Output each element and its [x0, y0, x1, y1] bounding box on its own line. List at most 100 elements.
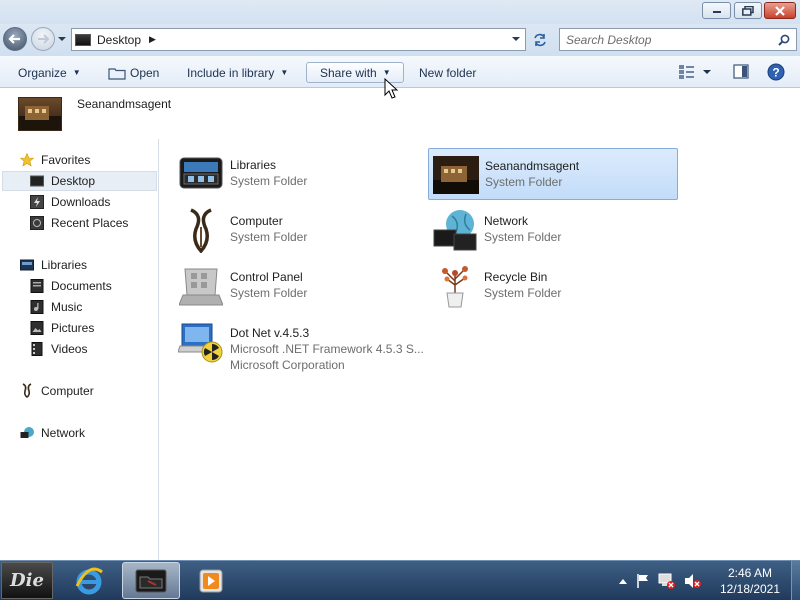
nav-network-label: Network — [41, 426, 86, 440]
start-button[interactable]: Die — [1, 562, 53, 599]
libraries-icon — [178, 152, 224, 196]
maximize-button[interactable] — [734, 2, 762, 19]
include-in-library-button[interactable]: Include in library ▼ — [187, 62, 288, 83]
file-list: Libraries System Folder Seanandmsagent S… — [160, 139, 800, 560]
volume-muted-icon[interactable] — [684, 573, 702, 589]
address-dropdown[interactable] — [511, 34, 521, 46]
back-arrow-icon — [8, 34, 20, 44]
views-button[interactable] — [678, 64, 712, 83]
nav-favorites[interactable]: Favorites — [20, 150, 90, 170]
music-icon — [30, 300, 44, 314]
pictures-icon — [30, 321, 44, 335]
forward-button[interactable] — [31, 27, 55, 51]
search-icon[interactable] — [778, 34, 790, 46]
start-logo: Die — [10, 570, 44, 591]
details-item-name: Seanandmsagent — [77, 97, 172, 111]
clock-time: 2:46 AM — [727, 566, 773, 580]
item-libraries[interactable]: Libraries System Folder — [174, 148, 424, 200]
libraries-icon — [20, 258, 34, 272]
installer-icon — [178, 320, 224, 364]
help-button[interactable]: ? — [767, 63, 785, 84]
item-type: System Folder — [485, 175, 563, 189]
open-button[interactable]: Open — [108, 62, 159, 83]
clock-date: 12/18/2021 — [719, 582, 781, 596]
show-desktop-button[interactable] — [791, 561, 800, 600]
window-titlebar — [0, 0, 800, 24]
explorer-folder-icon — [135, 569, 167, 592]
taskbar-media-player[interactable] — [182, 562, 240, 599]
item-type: System Folder — [230, 174, 308, 188]
refresh-button[interactable] — [529, 28, 551, 51]
nav-videos[interactable]: Videos — [30, 339, 87, 359]
taskbar-internet-explorer[interactable] — [60, 562, 118, 599]
network-icon — [432, 208, 478, 252]
network-status-icon[interactable] — [658, 573, 676, 589]
item-control-panel[interactable]: Control Panel System Folder — [174, 260, 424, 312]
close-icon — [775, 5, 785, 16]
nav-computer[interactable]: Computer — [20, 381, 94, 401]
item-type: System Folder — [484, 286, 562, 300]
documents-icon — [30, 279, 44, 293]
item-name: Computer — [230, 214, 283, 228]
mouse-cursor-icon — [384, 78, 398, 99]
back-button[interactable] — [3, 27, 27, 51]
downloads-icon — [30, 195, 44, 209]
nav-pictures[interactable]: Pictures — [30, 318, 94, 338]
user-folder-icon — [433, 153, 479, 197]
nav-downloads[interactable]: Downloads — [30, 192, 110, 212]
include-in-library-label: Include in library — [187, 65, 275, 80]
minimize-button[interactable] — [702, 2, 731, 19]
nav-downloads-label: Downloads — [51, 195, 111, 209]
taskbar-explorer[interactable] — [122, 562, 180, 599]
search-placeholder[interactable]: Search Desktop — [566, 33, 778, 47]
media-player-icon — [199, 569, 223, 592]
item-name: Dot Net v.4.5.3 — [230, 326, 310, 340]
desktop-icon — [30, 174, 44, 188]
restore-icon — [742, 5, 754, 16]
nav-computer-label: Computer — [41, 384, 94, 398]
item-network[interactable]: Network System Folder — [428, 204, 678, 256]
item-name: Seanandmsagent — [485, 159, 580, 173]
item-computer[interactable]: Computer System Folder — [174, 204, 424, 256]
organize-button[interactable]: Organize ▼ — [18, 62, 81, 83]
videos-icon — [30, 342, 44, 356]
address-row: Desktop ▶ Search Desktop — [0, 24, 800, 56]
taskbar-clock[interactable]: 2:46 AM 12/18/2021 — [712, 565, 788, 597]
preview-pane-button[interactable] — [733, 64, 749, 82]
chevron-down-icon: ▼ — [280, 68, 289, 77]
nav-documents[interactable]: Documents — [30, 276, 112, 296]
nav-desktop[interactable]: Desktop — [2, 171, 157, 191]
item-publisher: Microsoft Corporation — [230, 358, 345, 372]
share-with-label: Share with — [320, 65, 377, 80]
recent-pages-dropdown[interactable] — [57, 33, 67, 45]
breadcrumb-separator[interactable]: ▶ — [149, 34, 156, 45]
item-user-folder[interactable]: Seanandmsagent System Folder — [428, 148, 678, 200]
refresh-icon — [534, 33, 546, 46]
address-location[interactable]: Desktop — [97, 33, 141, 47]
command-bar: Organize ▼ Open Include in library ▼ Sha… — [0, 56, 800, 88]
nav-documents-label: Documents — [51, 279, 112, 293]
details-header: Seanandmsagent — [0, 89, 800, 139]
computer-icon — [20, 383, 34, 398]
address-bar[interactable]: Desktop ▶ — [71, 28, 526, 51]
nav-libraries[interactable]: Libraries — [20, 255, 87, 275]
item-name: Recycle Bin — [484, 270, 548, 284]
nav-libraries-label: Libraries — [41, 258, 88, 272]
chevron-down-icon — [58, 37, 66, 41]
item-description: Microsoft .NET Framework 4.5.3 S... — [230, 342, 424, 356]
action-center-flag-icon[interactable] — [636, 573, 650, 589]
show-hidden-icons-icon[interactable] — [618, 577, 628, 585]
new-folder-button[interactable]: New folder — [419, 62, 476, 83]
recent-places-icon — [30, 216, 44, 230]
item-type: System Folder — [230, 286, 308, 300]
chevron-down-icon: ▼ — [72, 68, 81, 77]
nav-recent-places-label: Recent Places — [51, 216, 129, 230]
nav-network[interactable]: Network — [20, 423, 85, 443]
close-button[interactable] — [764, 2, 796, 19]
computer-icon — [178, 208, 224, 253]
nav-music[interactable]: Music — [30, 297, 82, 317]
item-recycle-bin[interactable]: Recycle Bin System Folder — [428, 260, 678, 312]
item-dot-net[interactable]: Dot Net v.4.5.3 Microsoft .NET Framework… — [174, 316, 424, 378]
nav-recent-places[interactable]: Recent Places — [30, 213, 128, 233]
search-input[interactable]: Search Desktop — [559, 28, 797, 51]
